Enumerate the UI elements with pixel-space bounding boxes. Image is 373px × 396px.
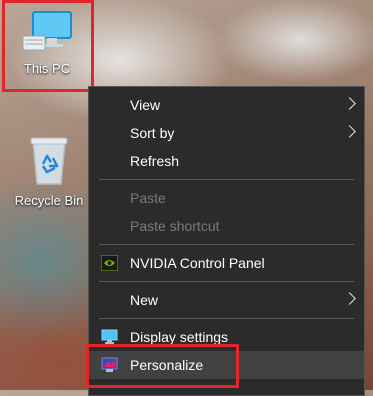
menu-item-label: View [130,97,161,113]
menu-item-label: Paste [130,190,166,206]
highlight-box-this-pc [2,0,94,92]
recycle-bin-icon [30,137,68,185]
desktop-icon-recycle-bin[interactable]: Recycle Bin [6,132,92,216]
menu-item-label: Paste shortcut [130,218,220,234]
nvidia-icon [101,255,118,271]
menu-item-new[interactable]: New [89,286,364,314]
menu-item-label: NVIDIA Control Panel [130,255,265,271]
menu-item-refresh[interactable]: Refresh [89,147,364,175]
menu-item-nvidia-control-panel[interactable]: NVIDIA Control Panel [89,249,364,277]
menu-separator [99,244,354,245]
menu-item-label: Sort by [130,125,175,141]
menu-item-label: Refresh [130,153,180,169]
menu-separator [99,281,354,282]
chevron-right-icon [343,292,356,305]
recycle-bin-label: Recycle Bin [14,193,84,208]
highlight-box-personalize [86,344,239,388]
chevron-right-icon [343,97,356,110]
menu-item-label: Display settings [130,329,229,345]
menu-item-sort-by[interactable]: Sort by [89,119,364,147]
menu-separator [99,179,354,180]
menu-item-paste-shortcut: Paste shortcut [89,212,364,240]
menu-item-label: New [130,292,159,308]
menu-item-view[interactable]: View [89,91,364,119]
chevron-right-icon [343,125,356,138]
menu-item-paste: Paste [89,184,364,212]
menu-separator [99,318,354,319]
display-icon [101,329,118,344]
